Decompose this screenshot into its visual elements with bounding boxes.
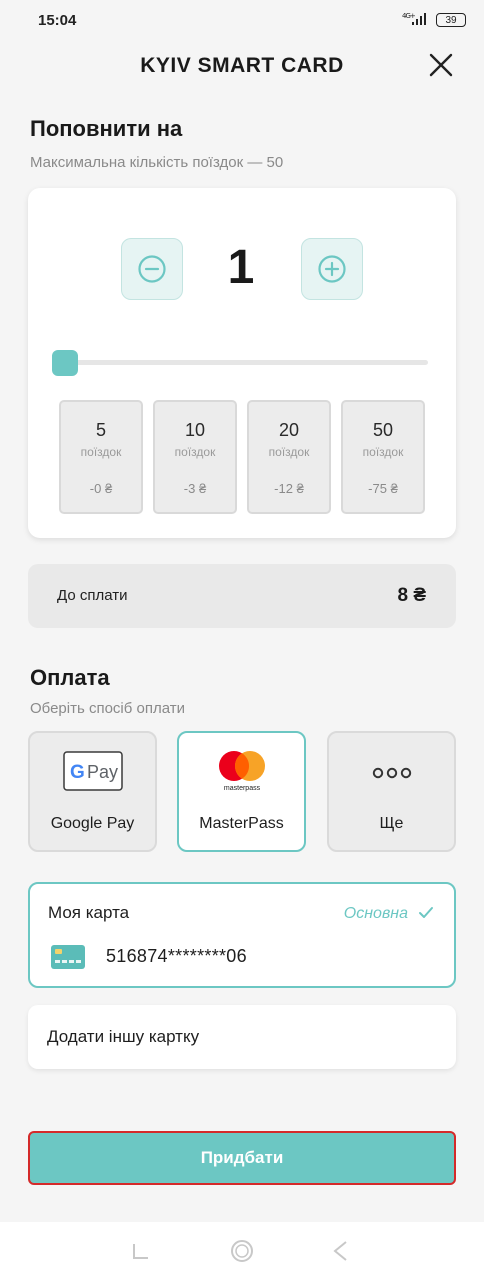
pay-method-label: Ще <box>379 815 404 832</box>
preset-unit: поїздок <box>268 445 310 459</box>
trip-slider-handle[interactable] <box>52 350 78 376</box>
status-time: 15:04 <box>38 12 77 29</box>
minus-circle-icon <box>138 255 166 283</box>
total-value: 8 ₴ <box>397 585 426 606</box>
more-dots-icon <box>372 766 412 785</box>
buy-button[interactable]: Придбати <box>28 1131 456 1185</box>
primary-badge: Основна <box>343 905 408 922</box>
preset-discount: -12 ₴ <box>274 481 304 496</box>
preset-50-trips[interactable]: 50 поїздок -75 ₴ <box>341 400 425 514</box>
home-icon <box>231 1240 253 1262</box>
status-bar: 15:04 4G+ 39 <box>0 0 484 42</box>
masterpass-option[interactable]: masterpass MasterPass <box>177 731 306 852</box>
total-box: До сплати 8 ₴ <box>28 564 456 628</box>
masterpass-icon: masterpass <box>215 749 269 798</box>
preset-discount: -3 ₴ <box>183 481 207 496</box>
preset-discount: -75 ₴ <box>368 481 398 496</box>
preset-count: 5 <box>95 420 106 440</box>
back-button[interactable] <box>330 1240 352 1267</box>
add-card-button[interactable]: Додати іншу картку <box>28 1005 456 1069</box>
total-label: До сплати <box>57 587 128 604</box>
plus-circle-icon <box>318 255 346 283</box>
page-title: KYIV SMART CARD <box>140 54 344 77</box>
increment-button[interactable] <box>301 238 363 300</box>
card-number: 516874********06 <box>106 946 247 966</box>
preset-20-trips[interactable]: 20 поїздок -12 ₴ <box>247 400 331 514</box>
preset-count: 50 <box>372 420 394 440</box>
system-nav-bar <box>0 1222 484 1280</box>
recent-apps-icon <box>133 1244 148 1259</box>
trip-count-value: 1 <box>227 241 255 294</box>
masterpass-brand-text: masterpass <box>223 785 260 792</box>
payment-title: Оплата <box>30 665 110 690</box>
svg-text:Pay: Pay <box>87 762 118 782</box>
recent-apps-button[interactable] <box>130 1240 152 1267</box>
back-icon <box>333 1241 347 1261</box>
preset-unit: поїздок <box>80 445 122 459</box>
trip-selector-card: 1 5 поїздок -0 ₴ 10 поїздок -3 ₴ 20 поїз… <box>28 188 456 538</box>
more-payment-option[interactable]: Ще <box>327 731 456 852</box>
decrement-button[interactable] <box>121 238 183 300</box>
check-icon <box>418 906 434 925</box>
add-card-label: Додати іншу картку <box>47 1027 200 1046</box>
svg-text:G: G <box>70 762 85 783</box>
payment-subtitle: Оберіть спосіб оплати <box>30 700 185 717</box>
preset-unit: поїздок <box>362 445 404 459</box>
close-button[interactable] <box>428 52 454 78</box>
battery-icon: 39 <box>436 13 466 27</box>
battery-level: 39 <box>445 14 457 26</box>
topup-title: Поповнити на <box>30 116 183 141</box>
saved-card-title: Моя карта <box>48 903 130 922</box>
pay-method-label: Google Pay <box>50 815 135 832</box>
close-icon <box>429 53 453 77</box>
saved-card[interactable]: Моя карта Основна 516874********06 <box>28 882 456 988</box>
credit-card-icon <box>50 944 86 975</box>
preset-unit: поїздок <box>174 445 216 459</box>
preset-5-trips[interactable]: 5 поїздок -0 ₴ <box>59 400 143 514</box>
network-type: 4G+ <box>402 12 416 20</box>
status-icons: 4G+ 39 <box>402 12 466 28</box>
topup-subtitle: Максимальна кількість поїздок — 50 <box>30 154 284 171</box>
google-pay-icon: G Pay <box>62 751 123 796</box>
home-button[interactable] <box>229 1240 255 1271</box>
preset-count: 20 <box>278 420 300 440</box>
google-pay-option[interactable]: G Pay Google Pay <box>28 731 157 852</box>
preset-10-trips[interactable]: 10 поїздок -3 ₴ <box>153 400 237 514</box>
trip-slider-track[interactable] <box>64 360 428 365</box>
signal-icon: 4G+ <box>402 12 430 28</box>
preset-count: 10 <box>184 420 206 440</box>
preset-discount: -0 ₴ <box>89 481 113 496</box>
pay-method-label: MasterPass <box>199 815 284 832</box>
